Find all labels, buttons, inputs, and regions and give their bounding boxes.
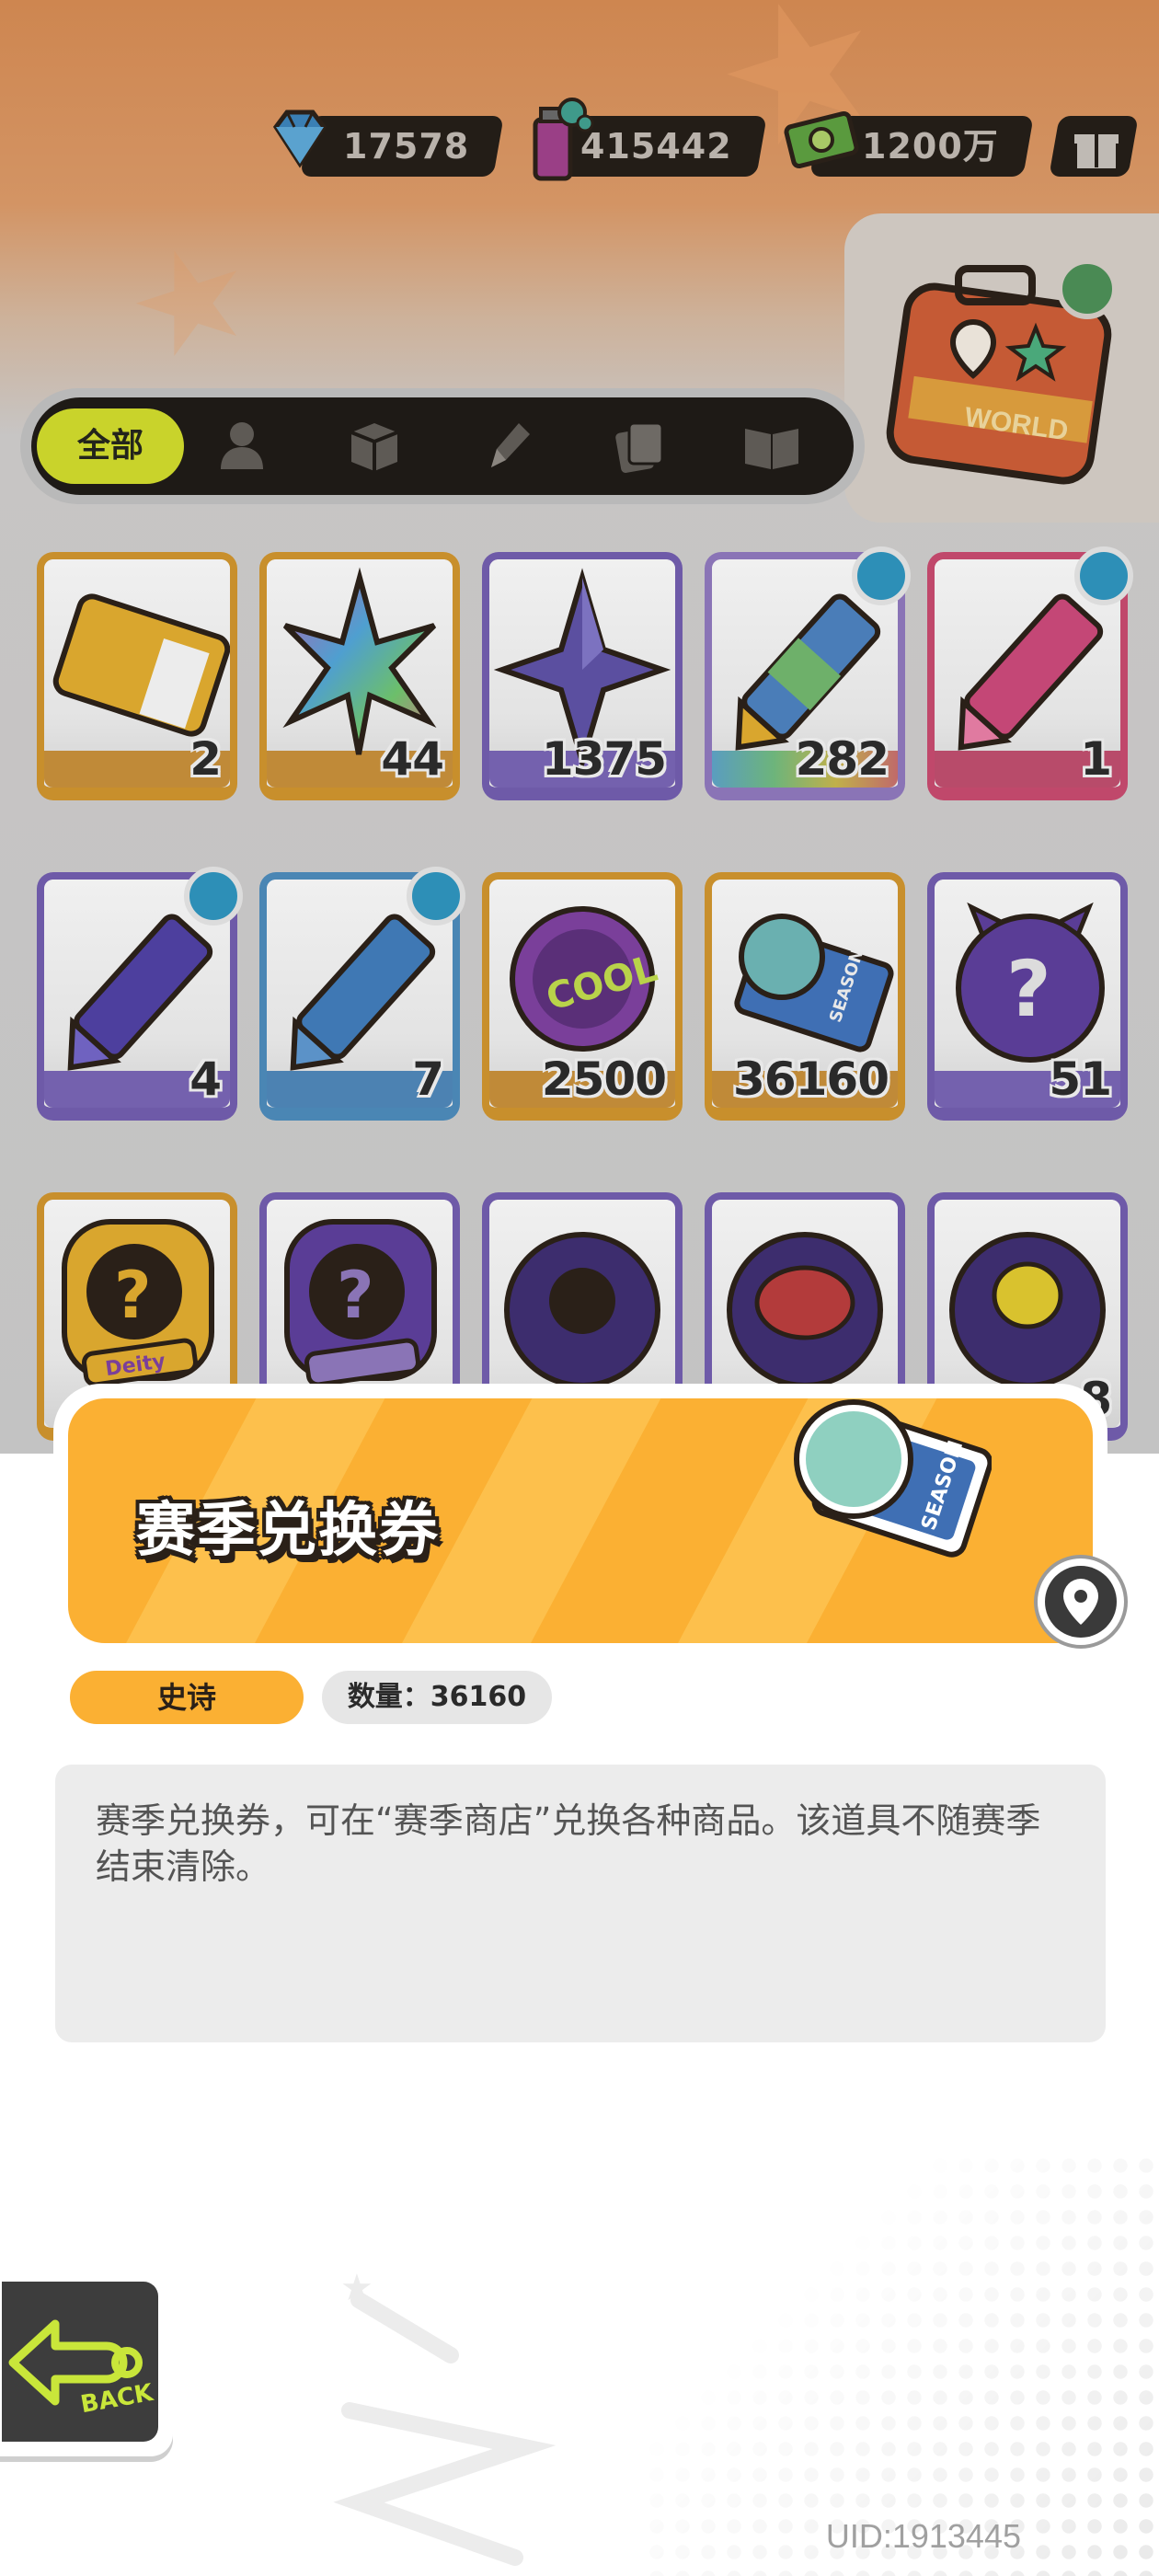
item-quantity: 4: [189, 1052, 222, 1106]
item-quantity: 2: [189, 732, 222, 786]
palm-tree-icon: [852, 546, 911, 605]
tab-all[interactable]: 全部: [37, 408, 184, 484]
spray-can-icon: [533, 98, 594, 181]
item-card[interactable]: 7: [259, 867, 465, 1121]
item-description-box: 赛季兑换券，可在“赛季商店”兑换各种商品。该道具不随赛季结束清除。: [55, 1765, 1106, 2042]
pen-icon[interactable]: [473, 412, 541, 480]
item-quantity: 7: [412, 1052, 444, 1106]
item-quantity: 44: [381, 732, 444, 786]
item-quantity: 282: [795, 732, 889, 786]
spray-count: 415442: [580, 126, 732, 167]
item-card[interactable]: 1375: [482, 552, 683, 800]
season-ticket-large-icon: SEASON: [794, 1399, 992, 1558]
back-button[interactable]: BACK: [0, 2272, 173, 2456]
gift-box-icon: [1074, 134, 1119, 168]
diamond-icon: [272, 109, 327, 168]
item-quantity: 2500: [541, 1052, 667, 1106]
item-quantity: 36160: [733, 1052, 889, 1106]
cash-count: 1200万: [862, 126, 999, 167]
item-card[interactable]: COOL 2500: [482, 872, 683, 1121]
svg-text:?: ?: [337, 1258, 374, 1333]
item-card[interactable]: 44: [259, 552, 460, 800]
item-card[interactable]: 2: [37, 552, 237, 800]
item-card[interactable]: 282: [705, 546, 911, 800]
inventory-background: ★ ★ 17578 415442 1200万 WORLD 全部 2 44 137…: [0, 0, 1159, 1454]
halftone-decoration: [644, 2153, 1159, 2576]
location-pin-icon: [1063, 1579, 1098, 1625]
star-decoration: ★: [107, 205, 275, 397]
background-lightning-decoration: ★: [333, 2267, 557, 2566]
diamond-count: 17578: [342, 126, 469, 167]
palm-tree-icon: [184, 867, 243, 926]
item-quantity: 1: [1080, 732, 1112, 786]
book-icon[interactable]: [738, 412, 806, 480]
item-card[interactable]: ? 51: [927, 872, 1128, 1121]
item-description: 赛季兑换券，可在“赛季商店”兑换各种商品。该道具不随赛季结束清除。: [96, 1800, 1041, 1887]
item-card[interactable]: SEASON 36160: [705, 872, 905, 1121]
world-pass-card[interactable]: WORLD: [844, 213, 1159, 523]
item-quantity: 1375: [541, 732, 667, 786]
item-title: 赛季兑换券: [136, 1497, 440, 1565]
svg-text:?: ?: [114, 1258, 152, 1333]
box-icon[interactable]: [340, 412, 408, 480]
item-card[interactable]: 4: [37, 867, 243, 1121]
card-icon[interactable]: [605, 412, 673, 480]
locate-source-button[interactable]: [1034, 1555, 1128, 1649]
quantity-badge: 数量：36160: [322, 1671, 552, 1724]
item-card[interactable]: 1: [927, 546, 1133, 800]
user-id: UID:1913445: [825, 2517, 1021, 2555]
svg-text:?: ?: [1006, 944, 1051, 1034]
palm-tree-icon: [407, 867, 465, 926]
cash-icon: [784, 110, 859, 169]
world-suitcase-icon: WORLD: [886, 259, 1118, 485]
rarity-badge: 史诗: [70, 1671, 304, 1724]
person-icon[interactable]: [208, 412, 276, 480]
item-quantity: 51: [1049, 1052, 1112, 1106]
back-label: BACK: [78, 2379, 155, 2418]
back-arrow-icon: BACK: [8, 2319, 155, 2418]
palm-tree-icon: [1074, 546, 1133, 605]
svg-text:★: ★: [340, 2267, 373, 2309]
